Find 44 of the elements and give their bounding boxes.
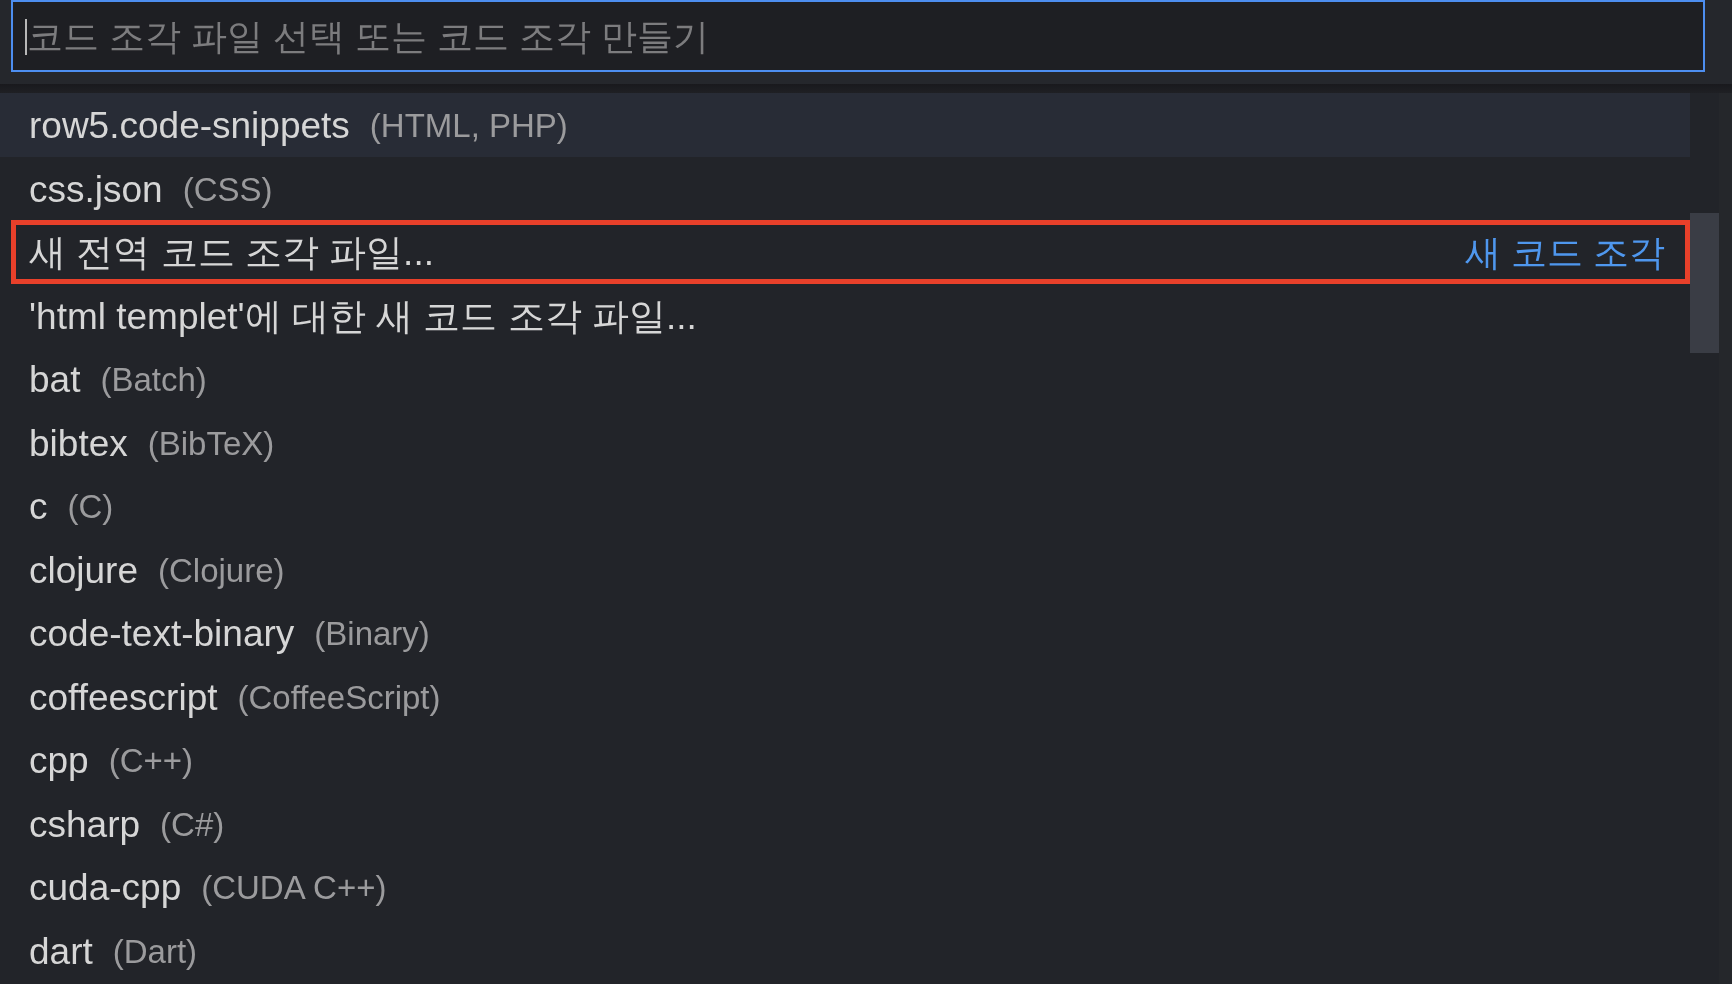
item-description: (C): [67, 488, 114, 527]
group-label: 새 코드 조각: [1465, 230, 1665, 275]
item-label: cpp: [29, 740, 89, 783]
item-description: (Dart): [112, 932, 198, 971]
item-label: cuda-cpp: [29, 867, 182, 910]
item-description: (CoffeeScript): [237, 678, 441, 717]
list-item[interactable]: row5.code-snippets (HTML, PHP): [0, 93, 1690, 157]
item-label: c: [29, 486, 48, 529]
list-item[interactable]: dart (Dart): [0, 918, 1690, 982]
list-item[interactable]: coffeescript (CoffeeScript): [0, 664, 1690, 728]
item-label: 'html templet'에 대한 새 코드 조각 파일...: [29, 294, 697, 339]
item-description: (C++): [108, 742, 193, 781]
item-label: 새 전역 코드 조각 파일...: [29, 231, 434, 276]
list-item[interactable]: css.json (CSS): [0, 156, 1690, 220]
item-label: dart: [29, 930, 93, 973]
list-item[interactable]: 새 전역 코드 조각 파일... 새 코드 조각: [11, 220, 1690, 284]
list-item[interactable]: code-text-binary (Binary): [0, 601, 1690, 665]
item-description: (Binary): [314, 615, 430, 654]
item-label: bibtex: [29, 422, 128, 465]
list-item[interactable]: csharp (C#): [0, 791, 1690, 855]
text-cursor-icon: [25, 19, 27, 55]
item-label: code-text-binary: [29, 613, 295, 656]
item-description: (BibTeX): [147, 424, 275, 463]
list-item[interactable]: cpp (C++): [0, 728, 1690, 792]
list-item[interactable]: cuda-cpp (CUDA C++): [0, 855, 1690, 919]
list-item[interactable]: bat (Batch): [0, 347, 1690, 411]
item-description: (Batch): [100, 361, 207, 400]
item-label: css.json: [29, 168, 163, 211]
list-item[interactable]: clojure (Clojure): [0, 537, 1690, 601]
list-item[interactable]: 'html templet'에 대한 새 코드 조각 파일...: [0, 283, 1690, 347]
list-item[interactable]: bibtex (BibTeX): [0, 410, 1690, 474]
item-label: row5.code-snippets: [29, 105, 350, 148]
list-item[interactable]: c (C): [0, 474, 1690, 538]
item-label: bat: [29, 359, 81, 402]
item-label: csharp: [29, 803, 141, 846]
search-field[interactable]: 코드 조각 파일 선택 또는 코드 조각 만들기: [11, 0, 1705, 72]
item-label: clojure: [29, 549, 138, 592]
item-description: (Clojure): [158, 551, 285, 590]
item-description: (CUDA C++): [201, 869, 387, 908]
item-description: (C#): [160, 805, 225, 844]
item-description: (CSS): [182, 170, 273, 209]
item-label: coffeescript: [29, 676, 218, 719]
scrollbar-thumb[interactable]: [1690, 213, 1719, 353]
item-description: (HTML, PHP): [369, 107, 568, 146]
